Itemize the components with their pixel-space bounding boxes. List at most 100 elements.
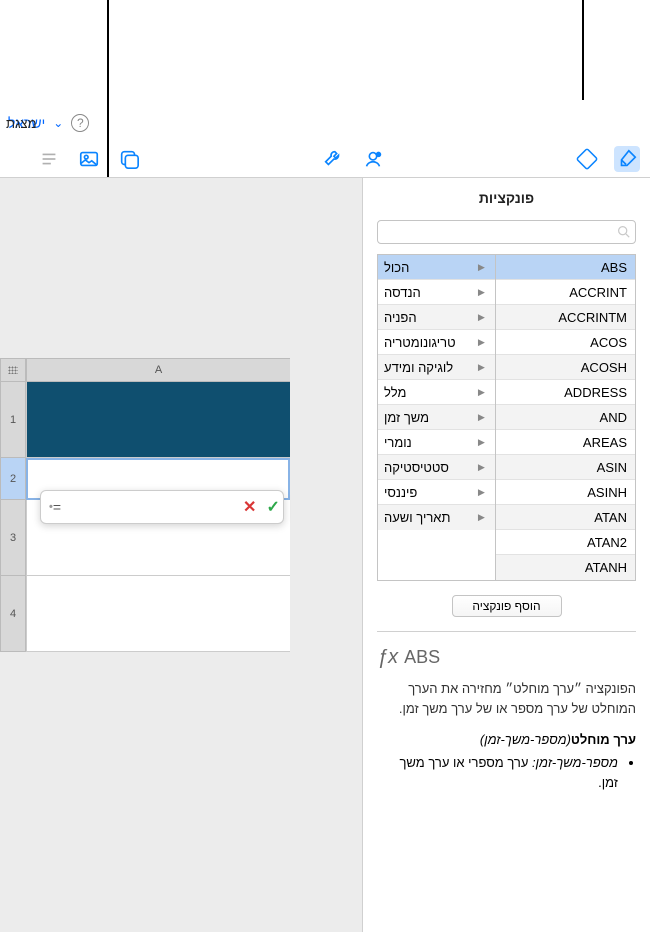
category-row[interactable]: ◀ נומרי <box>378 430 495 455</box>
chevron-left-icon: ◀ <box>478 455 485 480</box>
row-header[interactable]: 2 <box>0 458 26 500</box>
chevron-left-icon: ◀ <box>478 330 485 355</box>
category-label: פיננסי <box>384 480 417 505</box>
category-row[interactable]: ◀ מלל <box>378 380 495 405</box>
search-input[interactable] <box>377 220 636 244</box>
spreadsheet-area: A 1 2 3 4 <box>0 178 362 932</box>
row-headers: 1 2 3 4 <box>0 382 26 652</box>
collaborate-icon[interactable]: + <box>360 146 386 172</box>
chevron-left-icon: ◀ <box>478 355 485 380</box>
column-header[interactable]: A <box>26 358 290 382</box>
function-label: ATAN <box>594 505 627 530</box>
function-row[interactable]: ACOSH <box>496 355 635 380</box>
category-row[interactable]: ◀תאריך ושעה <box>378 505 495 530</box>
category-row[interactable]: ◀הכול <box>378 255 495 280</box>
chevron-left-icon: ◀ <box>478 480 485 505</box>
function-row[interactable]: AND <box>496 405 635 430</box>
category-label: הפניה <box>384 305 417 330</box>
chevron-down-icon[interactable]: ⌄ <box>53 116 63 130</box>
accept-formula-icon[interactable]: ✓ <box>262 497 283 517</box>
chevron-left-icon: ◀ <box>478 255 485 280</box>
category-label: מלל <box>384 380 406 405</box>
category-row[interactable]: ◀ הפניה <box>378 305 495 330</box>
category-label: טריגונומטריה <box>384 330 456 355</box>
function-column: ABS ACCRINT ACCRINTM ACOS ACOSH ADDRESS … <box>496 255 635 580</box>
function-args-list: מספר-משך-זמן: ערך מספרי או ערך משך זמן. <box>377 753 636 792</box>
insert-function-button[interactable]: הוסף פונקציה <box>452 595 562 617</box>
function-row[interactable]: ACCRINT <box>496 280 635 305</box>
category-row[interactable]: ◀ פיננסי <box>378 480 495 505</box>
category-label: נומרי <box>384 430 412 455</box>
row-header[interactable]: 3 <box>0 500 26 576</box>
tools-icon[interactable] <box>320 146 346 172</box>
function-label: ATANH <box>585 555 627 580</box>
category-row[interactable]: ◀ לוגיקה ומידע <box>378 355 495 380</box>
function-label: AREAS <box>583 430 627 455</box>
function-syntax: ערך מוחלט(מספר-משך-זמן) <box>377 732 636 747</box>
chevron-left-icon: ◀ <box>478 405 485 430</box>
fx-icon: ƒx <box>377 646 398 669</box>
functions-panel: פונקציות ◀הכול ◀הנדסה ◀הפניה ◀טריגונומטר… <box>362 178 650 932</box>
function-browser: ◀הכול ◀ הנדסה ◀ הפניה ◀ טריגונומטריה ◀ לוגיק… <box>377 254 636 581</box>
chevron-left-icon: ◀ <box>478 280 485 305</box>
row-header[interactable]: 1 <box>0 382 26 458</box>
toolbar: + <box>0 140 650 178</box>
function-arg-item: מספר-משך-זמן: ערך מספרי או ערך משך זמן. <box>377 753 618 792</box>
category-row[interactable]: ◀ טריגונומטריה <box>378 330 495 355</box>
cancel-formula-icon[interactable]: ✕ <box>237 497 262 517</box>
function-name: ABS <box>404 647 440 668</box>
function-label: ASINH <box>587 480 627 505</box>
category-label: הנדסה <box>384 280 421 305</box>
function-row[interactable]: ADDRESS <box>496 380 635 405</box>
column-headers: A <box>0 358 290 382</box>
category-row[interactable]: ◀ משך זמן <box>378 405 495 430</box>
category-label: משך זמן <box>384 405 429 430</box>
chevron-left-icon: ◀ <box>478 430 485 455</box>
function-row[interactable]: ASINH <box>496 480 635 505</box>
formula-editor: • = ✕ ✓ <box>40 490 284 524</box>
function-row[interactable]: AREAS <box>496 430 635 455</box>
function-row[interactable]: ABS <box>496 255 635 280</box>
function-label: ACOS <box>590 330 627 355</box>
function-label: AND <box>600 405 627 430</box>
syntax-name: ערך מוחלט <box>571 732 636 747</box>
row-header[interactable]: 4 <box>0 576 26 652</box>
function-row[interactable]: ACOS <box>496 330 635 355</box>
help-icon[interactable]: ? <box>71 114 89 132</box>
category-label: סטטיסטיקה <box>384 455 449 480</box>
function-label: ACCRINT <box>569 280 627 305</box>
function-label: ABS <box>601 255 627 280</box>
function-row[interactable]: ATAN2 <box>496 530 635 555</box>
function-row[interactable]: ACCRINTM <box>496 305 635 330</box>
search-field-wrap <box>377 220 636 244</box>
chevron-left-icon: ◀ <box>478 380 485 405</box>
cell[interactable] <box>26 576 290 652</box>
divider <box>377 631 636 632</box>
cell[interactable] <box>26 382 290 458</box>
organize-icon[interactable] <box>574 146 600 172</box>
category-label: לוגיקה ומידע <box>384 355 453 380</box>
insert-shape-icon[interactable] <box>116 146 142 172</box>
arg-name: מספר-משך-זמן: <box>532 755 618 770</box>
category-label: תאריך ושעה <box>384 505 450 530</box>
function-row[interactable]: ASIN <box>496 455 635 480</box>
category-row[interactable]: ◀ סטטיסטיקה <box>378 455 495 480</box>
svg-text:+: + <box>377 152 380 158</box>
insert-media-icon[interactable] <box>76 146 102 172</box>
formula-input[interactable] <box>61 500 237 515</box>
function-description: הפונקציה ״ערך מוחלט״ מחזירה את הערך המוח… <box>377 679 636 718</box>
text-format-icon[interactable] <box>36 146 62 172</box>
chevron-left-icon: ◀ <box>478 305 485 330</box>
category-row[interactable]: ◀ הנדסה <box>378 280 495 305</box>
function-label: ADDRESS <box>564 380 627 405</box>
drag-handle-icon <box>8 366 18 374</box>
function-row[interactable]: ATANH <box>496 555 635 580</box>
callout-line <box>582 0 584 100</box>
function-label: ACOSH <box>581 355 627 380</box>
function-row[interactable]: ATAN <box>496 505 635 530</box>
category-column: ◀הכול ◀ הנדסה ◀ הפניה ◀ טריגונומטריה ◀ לוגיק… <box>378 255 496 580</box>
table-corner[interactable] <box>0 358 26 382</box>
syntax-args: (מספר-משך-זמן) <box>480 732 571 747</box>
function-desc-header: ABS ƒx <box>377 646 636 669</box>
format-paintbrush-icon[interactable] <box>614 146 640 172</box>
